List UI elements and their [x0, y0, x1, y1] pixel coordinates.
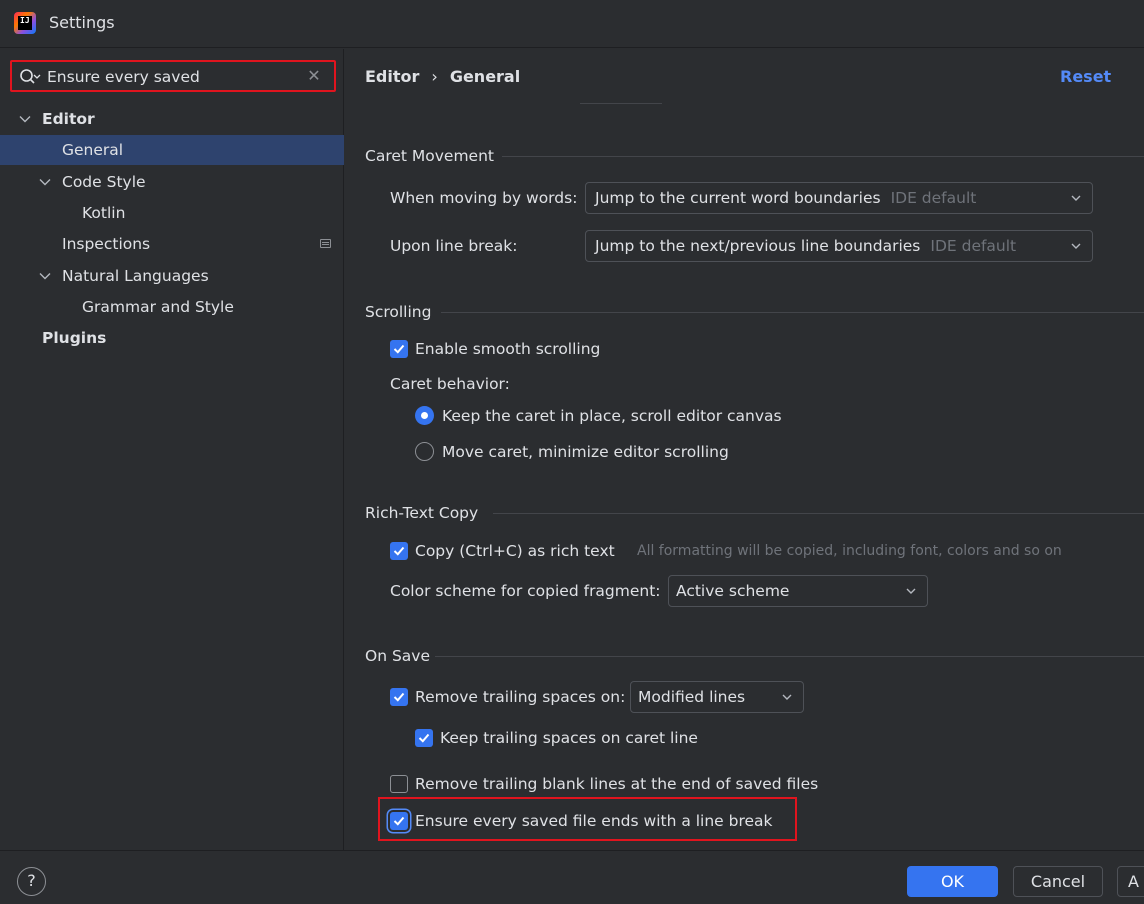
trailing-spaces-dropdown[interactable]: Modified lines	[630, 681, 804, 713]
tree-label: Code Style	[62, 173, 146, 191]
chevron-down-icon	[782, 694, 792, 700]
remove-trailing-spaces-checkbox[interactable]	[390, 688, 408, 706]
help-button[interactable]: ?	[17, 867, 46, 896]
move-caret-radio[interactable]	[415, 442, 434, 461]
settings-sidebar: ✕ Editor General Code Style Kotlin Inspe…	[0, 49, 344, 850]
tree-label: Plugins	[42, 329, 107, 347]
dialog-footer: ? OK Cancel A	[0, 850, 1144, 904]
ok-button[interactable]: OK	[907, 866, 998, 897]
chevron-down-icon[interactable]	[18, 112, 32, 126]
tree-item-natural-languages[interactable]: Natural Languages	[0, 261, 344, 291]
section-title-caret-movement: Caret Movement	[365, 147, 494, 165]
checkmark-icon	[393, 692, 405, 702]
section-divider	[493, 513, 1144, 514]
window-title: Settings	[49, 13, 115, 32]
color-scheme-dropdown[interactable]: Active scheme	[668, 575, 928, 607]
tree-item-plugins[interactable]: Plugins	[0, 323, 344, 353]
dropdown-value: Modified lines	[638, 688, 746, 706]
tree-label: Kotlin	[82, 204, 126, 222]
remove-blank-lines-label[interactable]: Remove trailing blank lines at the end o…	[415, 775, 818, 793]
chevron-down-icon	[1071, 243, 1081, 249]
breadcrumb: Editor › General	[365, 67, 520, 86]
color-scheme-label: Color scheme for copied fragment:	[390, 582, 661, 600]
tree-item-inspections[interactable]: Inspections	[0, 229, 344, 259]
chevron-down-icon[interactable]	[38, 175, 52, 189]
tree-label: Inspections	[62, 235, 151, 253]
keep-caret-radio[interactable]	[415, 406, 434, 425]
settings-content: Editor › General Reset Caret Movement When…	[345, 49, 1144, 850]
dropdown-hint: IDE default	[890, 189, 977, 207]
breadcrumb-current: General	[449, 67, 521, 86]
section-divider	[502, 156, 1144, 157]
words-dropdown[interactable]: Jump to the current word boundaries IDE d…	[585, 182, 1093, 214]
words-label: When moving by words:	[390, 189, 578, 207]
chevron-down-icon	[906, 588, 916, 594]
breadcrumb-parent[interactable]: Editor	[365, 67, 419, 86]
tree-label: Natural Languages	[62, 267, 209, 285]
cancel-button[interactable]: Cancel	[1013, 866, 1103, 897]
tree-item-kotlin[interactable]: Kotlin	[0, 198, 344, 228]
search-input[interactable]	[47, 66, 297, 88]
rich-text-copy-note: All formatting will be copied, including…	[637, 543, 1062, 559]
remove-blank-lines-checkbox[interactable]	[390, 775, 408, 793]
breadcrumb-separator: ›	[431, 67, 438, 86]
linebreak-dropdown[interactable]: Jump to the next/previous line boundarie…	[585, 230, 1093, 262]
checkmark-icon	[393, 816, 405, 826]
smooth-scrolling-checkbox[interactable]	[390, 340, 408, 358]
chevron-down-icon	[1071, 195, 1081, 201]
keep-trailing-caret-label[interactable]: Keep trailing spaces on caret line	[440, 729, 698, 747]
checkmark-icon	[393, 344, 405, 354]
ensure-line-break-checkbox[interactable]	[390, 812, 408, 830]
tree-item-general[interactable]: General	[0, 135, 344, 165]
section-title-scrolling: Scrolling	[365, 303, 432, 321]
rich-text-copy-checkbox[interactable]	[390, 542, 408, 560]
project-level-icon	[320, 239, 331, 248]
search-icon[interactable]	[19, 68, 41, 86]
title-bar: IJ Settings	[0, 0, 1144, 48]
tree-item-editor[interactable]: Editor	[0, 104, 344, 134]
search-box[interactable]: ✕	[10, 60, 336, 92]
section-title-rich-text-copy: Rich-Text Copy	[365, 504, 479, 522]
smooth-scrolling-label[interactable]: Enable smooth scrolling	[415, 340, 600, 358]
ensure-line-break-label[interactable]: Ensure every saved file ends with a line…	[415, 812, 773, 830]
dropdown-value: Jump to the current word boundaries	[595, 189, 881, 207]
chevron-down-icon[interactable]	[38, 269, 52, 283]
section-divider	[441, 312, 1144, 313]
section-divider	[435, 656, 1144, 657]
tree-item-code-style[interactable]: Code Style	[0, 167, 344, 197]
move-caret-label[interactable]: Move caret, minimize editor scrolling	[442, 443, 729, 461]
tree-item-grammar-and-style[interactable]: Grammar and Style	[0, 292, 344, 322]
rich-text-copy-label[interactable]: Copy (Ctrl+C) as rich text	[415, 542, 615, 560]
remove-trailing-spaces-label[interactable]: Remove trailing spaces on:	[415, 688, 625, 706]
apply-button[interactable]: A	[1117, 866, 1144, 897]
linebreak-label: Upon line break:	[390, 237, 518, 255]
keep-caret-label[interactable]: Keep the caret in place, scroll editor c…	[442, 407, 782, 425]
dropdown-hint: IDE default	[930, 237, 1017, 255]
dropdown-value: Active scheme	[676, 582, 790, 600]
section-title-on-save: On Save	[365, 647, 430, 665]
tree-label: Editor	[42, 110, 95, 128]
clear-search-icon[interactable]: ✕	[306, 68, 322, 84]
keep-trailing-caret-checkbox[interactable]	[415, 729, 433, 747]
tree-label: Grammar and Style	[82, 298, 234, 316]
dropdown-value: Jump to the next/previous line boundarie…	[595, 237, 921, 255]
caret-behavior-label: Caret behavior:	[390, 375, 510, 393]
checkmark-icon	[418, 733, 430, 743]
divider	[580, 103, 662, 104]
reset-link[interactable]: Reset	[1060, 67, 1111, 86]
tree-label: General	[62, 141, 124, 159]
checkmark-icon	[393, 546, 405, 556]
intellij-logo-icon: IJ	[14, 12, 36, 34]
